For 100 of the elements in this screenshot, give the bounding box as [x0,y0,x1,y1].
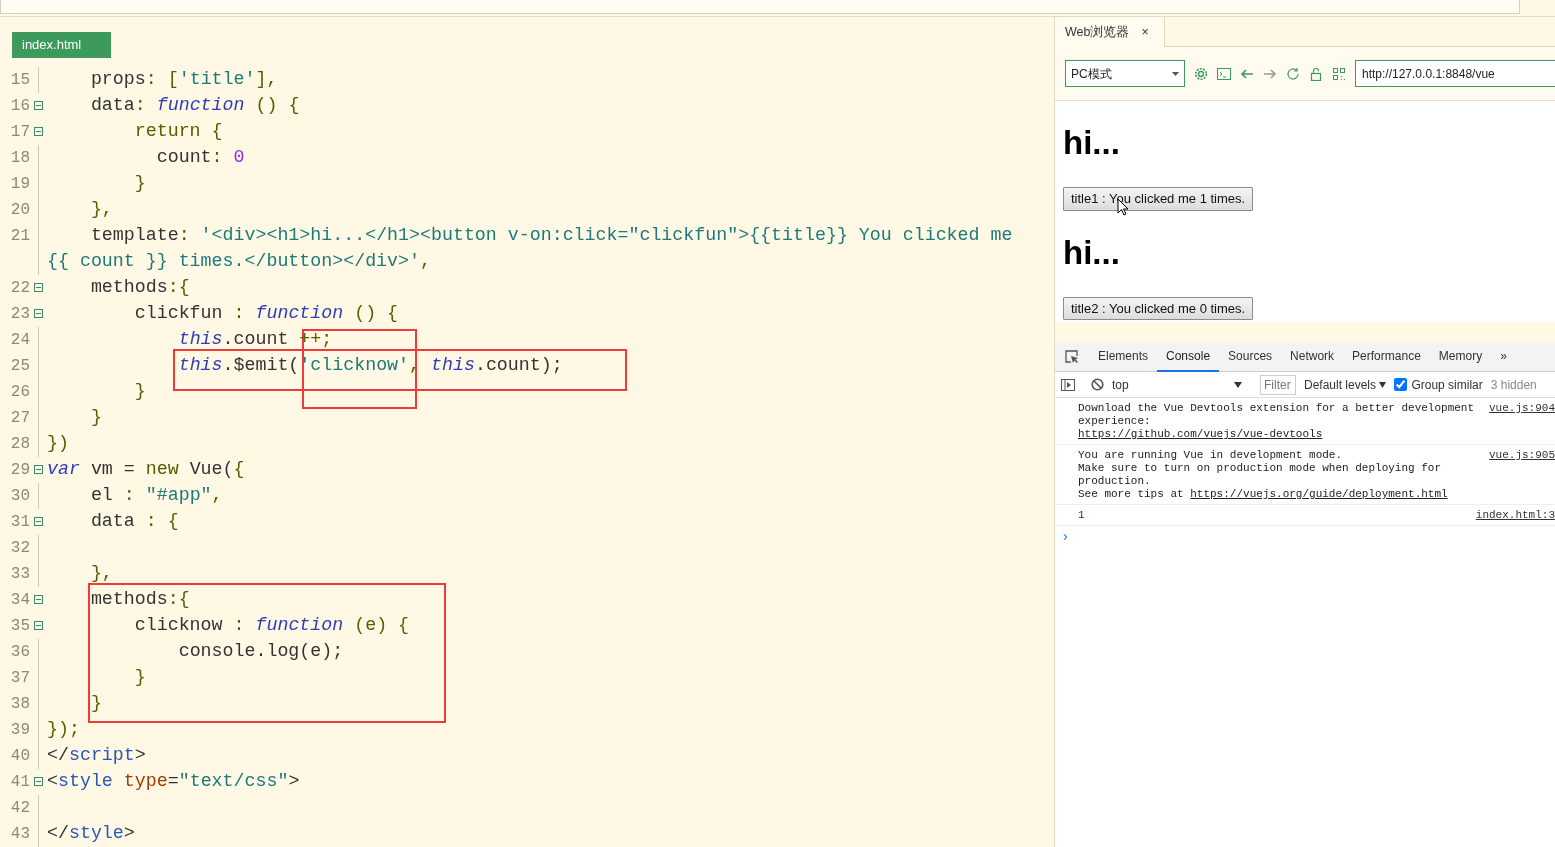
code-line: return { [134,121,223,142]
file-tab[interactable]: index.html [12,32,111,58]
devtools-tab[interactable]: Network [1281,342,1344,372]
caret-icon [1379,382,1387,389]
page-heading: hi... [1063,123,1121,159]
line-number: 26 [9,381,30,403]
back-arrow-icon[interactable] [1240,66,1254,81]
mode-dropdown[interactable]: PC模式 [1065,60,1185,87]
line-number: 16 [9,95,30,117]
console-message: experience: [1078,415,1152,428]
code-line: data : { [90,511,179,532]
devtools-tab[interactable]: Elements [1089,342,1158,372]
line-number: 24 [9,329,30,351]
qr-code-icon[interactable] [1332,66,1346,81]
inspect-icon[interactable] [1065,350,1079,364]
code-line: </script> [47,745,146,766]
line-number: 38 [9,693,30,715]
fold-icon[interactable] [34,465,43,474]
context-dropdown[interactable]: top [1112,375,1242,394]
forward-arrow-icon[interactable] [1263,66,1277,81]
code-line: console.log(e); [178,641,344,662]
console-message: Make sure to turn on production mode when deploying for production. [1078,462,1443,488]
fold-icon[interactable] [34,595,43,604]
lock-icon[interactable] [1309,66,1323,81]
fold-icon[interactable] [34,283,43,292]
fold-icon[interactable] [34,309,43,318]
devtools-tab[interactable]: Console [1157,342,1220,372]
hidden-count: 3 hidden [1490,376,1537,394]
code-line: }) [47,433,69,454]
line-number: 36 [9,641,30,663]
code-line: clickfun : function () { [134,303,399,324]
devtools-tab[interactable]: Sources [1219,342,1282,372]
code-line: }); [47,719,80,740]
line-number: 28 [9,433,30,455]
fold-icon[interactable] [34,101,43,110]
terminal-icon[interactable] [1217,66,1231,81]
line-number: 33 [9,563,30,585]
code-line: <style type="text/css"> [47,771,300,792]
fold-icon[interactable] [34,517,43,526]
group-similar-checkbox[interactable] [1394,378,1408,391]
console-link[interactable]: https://github.com/vuejs/vue-devtools [1078,428,1323,440]
caret-icon [1234,381,1242,388]
line-number: 19 [9,173,30,195]
fold-icon[interactable] [34,777,43,786]
line-number: 41 [9,771,30,793]
code-line: }, [90,199,113,220]
code-line: }, [90,563,113,584]
devtools-tab[interactable]: Performance [1343,342,1430,372]
console-message: 1 [1078,509,1085,522]
code-line: template: '<div><h1>hi...</h1><button v-on:click="clickfun">{{title}} You clicked me [90,225,1013,246]
fold-icon[interactable] [34,621,43,630]
code-line: } [90,693,102,714]
page-heading: hi... [1063,232,1121,269]
line-number: 30 [9,485,30,507]
line-number: 29 [9,459,30,481]
line-number: 31 [9,511,30,533]
code-line: } [90,407,102,428]
code-line: methods:{ [90,277,190,298]
code-line: </style> [47,823,135,844]
line-number: 27 [9,407,30,429]
checkbox-label: Group similar [1411,376,1483,394]
code-line: count: 0 [156,147,245,168]
source-link[interactable]: vue.js:904 [1489,402,1555,441]
code-line: } [134,381,146,402]
code-line: var vm = new Vue({ [47,459,245,480]
line-number: 18 [9,147,30,169]
filter-field[interactable]: Filter [1260,374,1296,395]
sidebar-icon[interactable] [1061,378,1075,391]
line-number: 43 [9,823,30,845]
close-icon[interactable]: × [1141,23,1149,41]
caret-icon [1172,71,1179,76]
browser-tab[interactable]: Web浏览器 × [1055,17,1165,47]
console-link[interactable]: https://vuejs.org/guide/deployment.html [1190,488,1448,500]
line-number: 22 [9,277,30,299]
line-number: 37 [9,667,30,689]
console-message: Download the Vue Devtools extension for a better development [1078,402,1475,415]
levels-dropdown[interactable]: Default levels [1304,375,1387,394]
refresh-icon[interactable] [1286,66,1300,81]
clear-icon[interactable] [1091,378,1104,391]
page-button[interactable]: title2 : You clicked me 0 times. [1063,296,1254,320]
code-line: el : "#app", [90,485,223,506]
console-message: You are running Vue in development mode. [1078,449,1344,462]
line-number: 39 [9,719,30,741]
more-tabs-icon[interactable]: » [1491,342,1516,372]
line-number: 21 [9,225,30,247]
fold-icon[interactable] [34,127,43,136]
code-line: methods:{ [90,589,190,610]
source-link[interactable]: index.html:3 [1475,509,1555,522]
devtools-tab[interactable]: Memory [1429,342,1492,372]
console-prompt[interactable]: › [1055,526,1075,547]
gear-icon[interactable] [1194,66,1208,81]
source-link[interactable]: vue.js:905 [1489,449,1555,501]
search-field[interactable] [0,0,1520,14]
line-number: 40 [9,745,30,767]
line-number: 42 [9,797,30,819]
code-line: } [134,173,146,194]
url-field[interactable]: http://127.0.0.1:8848/vue [1355,60,1555,87]
console-message: See more tips at [1078,488,1185,500]
line-number: 34 [9,589,30,611]
line-number: 17 [9,121,30,143]
